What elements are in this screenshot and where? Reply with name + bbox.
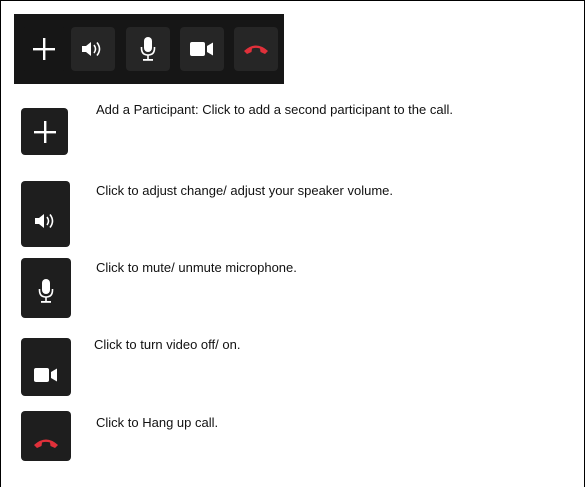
add-participant-button[interactable] — [22, 27, 66, 71]
legend-microphone-text: Click to mute/ unmute microphone. — [96, 260, 297, 275]
instruction-frame: Add a Participant: Click to add a second… — [0, 0, 585, 487]
microphone-icon — [139, 36, 157, 62]
plus-icon — [32, 119, 58, 145]
video-camera-icon — [33, 366, 59, 384]
legend-add-participant-text: Add a Participant: Click to add a second… — [96, 102, 453, 117]
microphone-button[interactable] — [126, 27, 170, 71]
legend-hang-up-icon-box — [21, 411, 71, 461]
legend-video-text: Click to turn video off/ on. — [94, 337, 241, 352]
video-toggle-button[interactable] — [180, 27, 224, 71]
speaker-icon — [33, 211, 59, 231]
legend-microphone-icon-box — [21, 258, 71, 318]
speaker-icon — [80, 39, 106, 59]
call-controls-toolbar — [14, 14, 284, 84]
legend-speaker-text: Click to adjust change/ adjust your spea… — [96, 183, 393, 198]
legend-video-icon-box — [21, 338, 71, 396]
hang-up-button[interactable] — [234, 27, 278, 71]
hang-up-phone-icon — [243, 42, 269, 56]
legend-speaker-icon-box — [21, 181, 70, 247]
hang-up-phone-icon — [33, 436, 59, 450]
legend-hang-up-text: Click to Hang up call. — [96, 415, 219, 430]
video-camera-icon — [189, 40, 215, 58]
plus-icon — [31, 36, 57, 62]
legend-add-participant-icon-box — [21, 108, 68, 155]
microphone-icon — [37, 278, 55, 304]
speaker-volume-button[interactable] — [71, 27, 115, 71]
